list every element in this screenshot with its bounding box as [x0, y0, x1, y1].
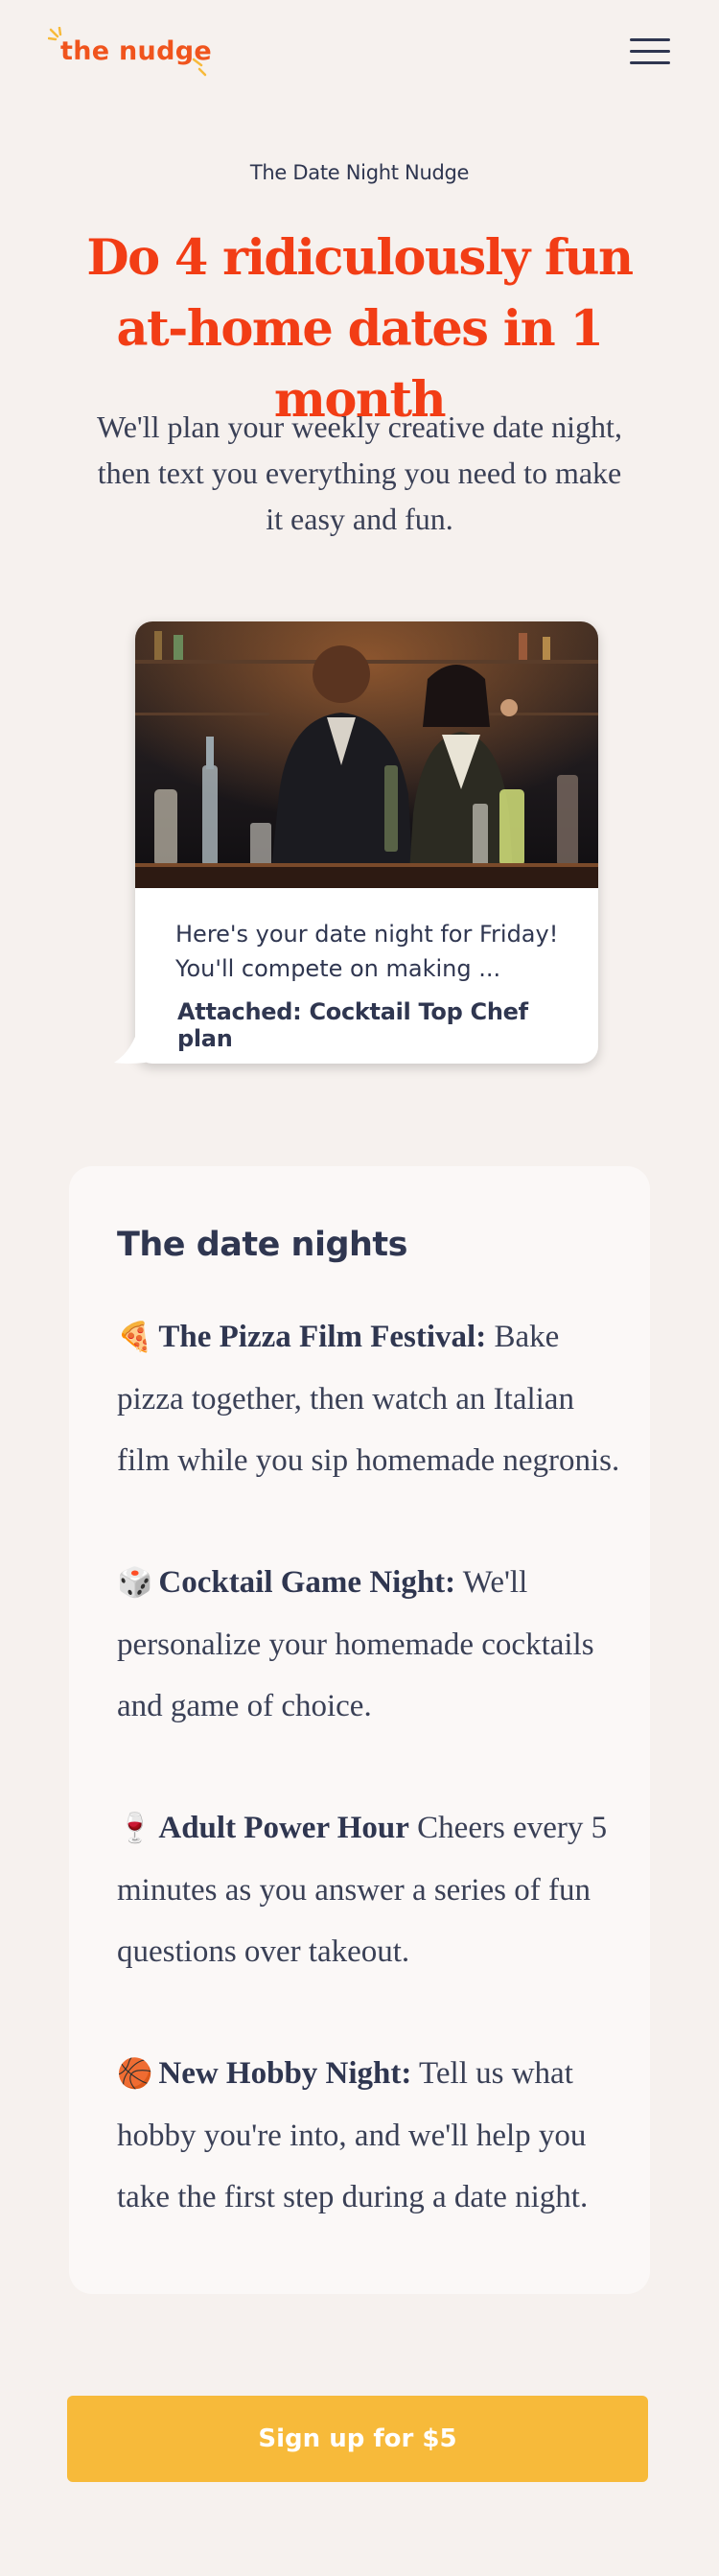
couple-photo: [135, 621, 598, 888]
date-night-item: 🏀 New Hobby Night: Tell us what hobby you…: [117, 2043, 625, 2228]
date-night-name: Adult Power Hour: [158, 1811, 409, 1845]
date-night-item: 🍕 The Pizza Film Festival: Bake pizza tog…: [117, 1306, 625, 1491]
pizza-icon: 🍕: [117, 1321, 153, 1354]
speech-bubble-tail: [114, 1032, 152, 1064]
eyebrow-label: The Date Night Nudge: [249, 161, 470, 184]
logo-text: the nudge: [60, 36, 212, 66]
date-night-item: 🎲 Cocktail Game Night: We'll personalize …: [117, 1552, 625, 1737]
hamburger-menu-icon[interactable]: [630, 38, 670, 69]
message-text: Here's your date night for Friday! You'l…: [175, 921, 559, 982]
message-card: Here's your date night for Friday! You'l…: [114, 621, 598, 1064]
date-nights-panel: The date nights 🍕 The Pizza Film Festival…: [69, 1166, 650, 2294]
dice-icon: 🎲: [117, 1566, 153, 1600]
wine-glass-icon: 🍷: [117, 1812, 153, 1845]
date-night-item: 🍷 Adult Power Hour Cheers every 5 minutes…: [117, 1797, 625, 1982]
date-night-name: New Hobby Night:: [158, 2056, 412, 2091]
attachment-label: Attached: Cocktail Top Chef plan: [177, 998, 528, 1052]
sign-up-button[interactable]: Sign up for $5: [67, 2396, 648, 2482]
subheadline: We'll plan your weekly creative date nig…: [97, 410, 622, 536]
sparkle-icon: [192, 58, 207, 77]
date-night-name: Cocktail Game Night:: [158, 1565, 456, 1600]
date-night-name: The Pizza Film Festival:: [158, 1320, 487, 1354]
section-title: The date nights: [117, 1226, 408, 1264]
basketball-icon: 🏀: [117, 2057, 153, 2091]
logo[interactable]: the nudge: [48, 27, 220, 81]
